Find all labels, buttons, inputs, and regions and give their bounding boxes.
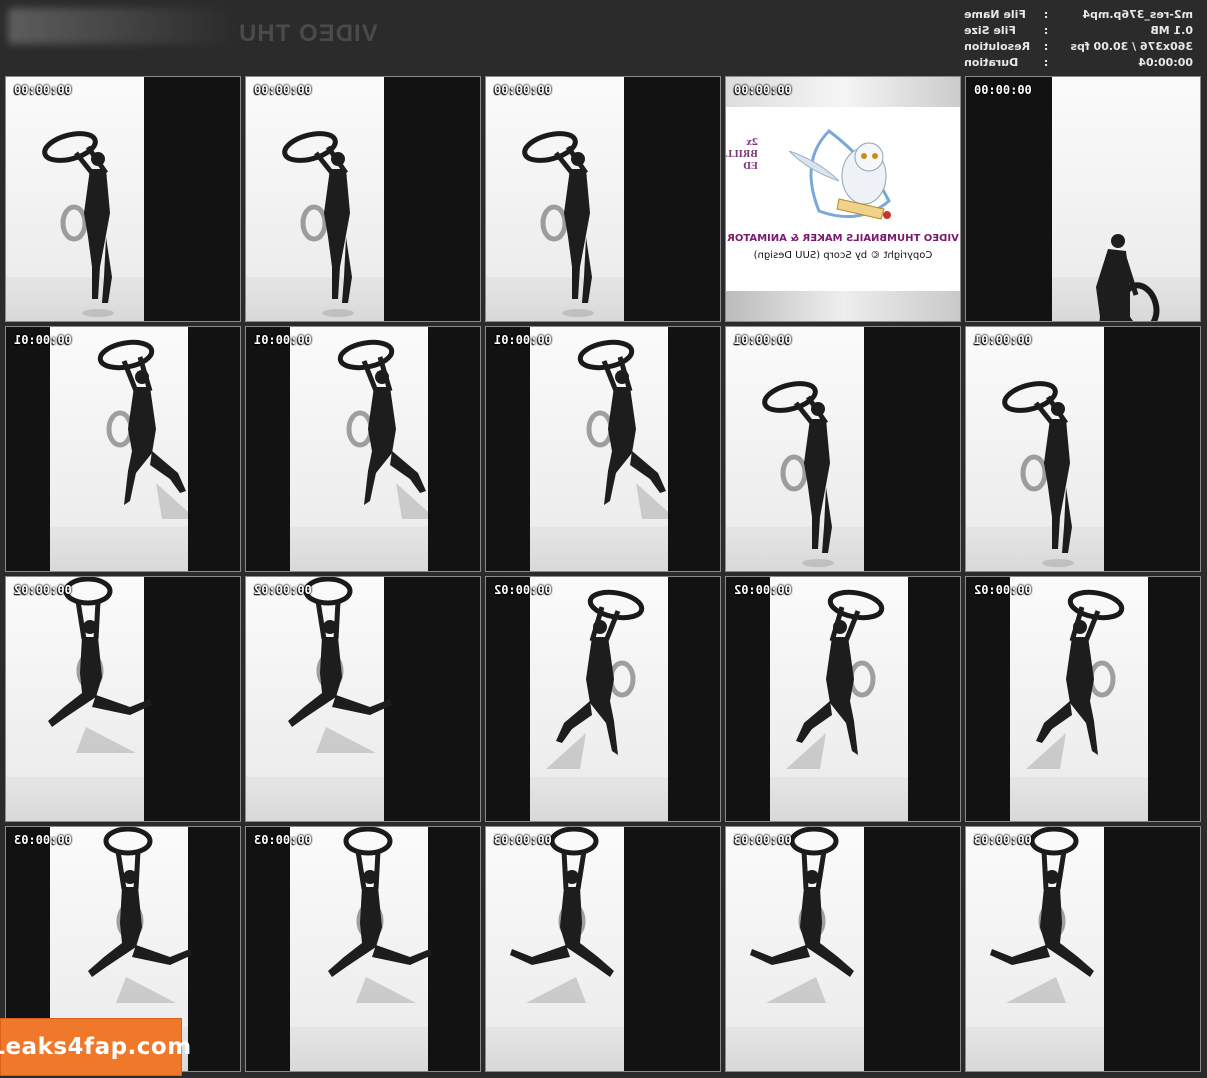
dancer-figure: [266, 117, 396, 321]
logo-blurred: [8, 8, 238, 44]
dancer-figure: [746, 827, 876, 1042]
thumbnail: 00:00:01: [485, 326, 721, 572]
splash-side-text: 2x BRILL ED: [726, 138, 758, 172]
thumbnail: 00:00:00: [485, 76, 721, 322]
timestamp: 00:00:01: [974, 333, 1032, 347]
thumbnail: 00:00:00: [245, 76, 481, 322]
timestamp: 00:00:01: [254, 333, 312, 347]
timestamp: 00:00:01: [734, 333, 792, 347]
timestamp: 00:00:02: [974, 583, 1032, 597]
letterbox-bar: [624, 827, 720, 1071]
timestamp: 00:00:02: [14, 583, 72, 597]
dancer-figure: [506, 117, 636, 321]
letterbox-bar: [384, 577, 480, 821]
info-row-file-size: 0.1 MB : File Size: [964, 24, 1193, 37]
thumbnail: 00:00:03: [725, 826, 961, 1072]
thumbnail: 00:00:02: [5, 576, 241, 822]
dancer-figure: [26, 577, 156, 792]
timestamp: 00:00:03: [734, 833, 792, 847]
dancer-figure: [546, 333, 676, 548]
timestamp: 00:00:00: [734, 83, 792, 97]
thumbnail-grid: 00:00:00 00:00:00 00:00:00 2x BRILL ED VIDE…: [5, 76, 1201, 1072]
timestamp: 00:00:02: [494, 583, 552, 597]
info-row-file-name: m2-res_376p.mp4 : File Name: [964, 8, 1193, 21]
thumbnail: 00:00:02: [485, 576, 721, 822]
thumbnail: 00:00:01: [965, 326, 1201, 572]
thumbnail: 00:00:03: [485, 826, 721, 1072]
dancer-figure: [66, 827, 196, 1042]
letterbox-bar: [486, 577, 530, 821]
thumbnail: 00:00:02: [725, 576, 961, 822]
timestamp: 00:00:03: [494, 833, 552, 847]
dancer-figure: [306, 827, 436, 1042]
thumbnail: 00:00:03: [245, 826, 481, 1072]
dancer-figure: [306, 333, 436, 548]
dancer-figure: [986, 367, 1116, 571]
dancer-figure: [266, 577, 396, 792]
timestamp: 00:00:02: [734, 583, 792, 597]
timestamp: 00:00:00: [974, 83, 1032, 97]
timestamp: 00:00:03: [974, 833, 1032, 847]
splash-title: VIDEO THUMBNAILS MAKER & ANIMATOR: [727, 233, 959, 244]
splash-copyright: Copyright © by Scorp (SUU Design): [753, 250, 933, 261]
letterbox-bar: [144, 77, 240, 321]
file-info: m2-res_376p.mp4 : File Name 0.1 MB : Fil…: [964, 7, 1193, 71]
letterbox-bar: [726, 577, 770, 821]
timestamp: 00:00:00: [254, 83, 312, 97]
letterbox-bar: [6, 327, 50, 571]
watermark: Leaks4fap.com: [0, 1018, 191, 1076]
thumbnail: 00:00:02: [245, 576, 481, 822]
splash-banner-bottom: [726, 291, 960, 321]
dancer-figure: [986, 827, 1116, 1042]
letterbox-bar: [246, 827, 290, 1071]
timestamp: 00:00:01: [14, 333, 72, 347]
dancer-figure: [746, 367, 876, 571]
dancer-figure: [1026, 583, 1156, 798]
letterbox-bar: [864, 827, 960, 1071]
letterbox-bar: [1104, 327, 1200, 571]
letterbox-bar: [144, 577, 240, 821]
dancer-figure: [1066, 157, 1196, 321]
letterbox-bar: [384, 77, 480, 321]
thumbnail: 00:00:01: [725, 326, 961, 572]
timestamp: 00:00:03: [254, 833, 312, 847]
thumbnail: 00:00:03: [965, 826, 1201, 1072]
dancer-figure: [546, 583, 676, 798]
header: VIDEO THU m2-res_376p.mp4 : File Name 0.…: [0, 0, 1207, 74]
timestamp: 00:00:00: [494, 83, 552, 97]
letterbox-bar: [966, 77, 1052, 321]
info-row-resolution: 360x376 / 30.00 fps : Resolution: [964, 40, 1193, 53]
thumbnail: 00:00:00: [965, 76, 1201, 322]
timestamp: 00:00:03: [14, 833, 72, 847]
info-row-duration: 00:00:04 : Duration: [964, 56, 1193, 69]
owl-logo-icon: [769, 121, 919, 236]
dancer-figure: [66, 333, 196, 548]
thumbnail: 2x BRILL ED VIDEO THUMBNAILS MAKER & ANIM…: [725, 76, 961, 322]
dancer-figure: [506, 827, 636, 1042]
dancer-figure: [786, 583, 916, 798]
letterbox-bar: [864, 327, 960, 571]
thumbnail: 00:00:02: [965, 576, 1201, 822]
timestamp: 00:00:01: [494, 333, 552, 347]
thumbnail: 00:00:01: [245, 326, 481, 572]
logo-text: VIDEO THU: [238, 20, 378, 47]
thumbnail: 00:00:00: [5, 76, 241, 322]
dancer-figure: [26, 117, 156, 321]
thumbnail: 00:00:01: [5, 326, 241, 572]
letterbox-bar: [1104, 827, 1200, 1071]
letterbox-bar: [966, 577, 1010, 821]
letterbox-bar: [624, 77, 720, 321]
timestamp: 00:00:00: [14, 83, 72, 97]
letterbox-bar: [246, 327, 290, 571]
timestamp: 00:00:02: [254, 583, 312, 597]
letterbox-bar: [486, 327, 530, 571]
